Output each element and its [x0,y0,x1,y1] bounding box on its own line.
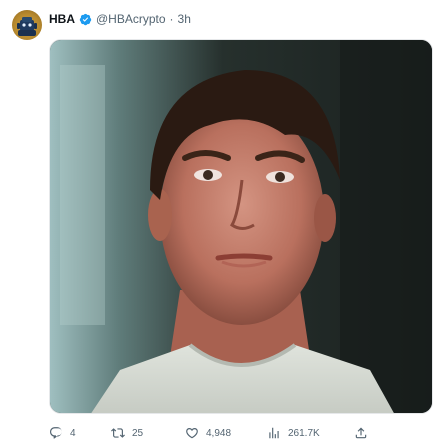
share-button[interactable] [354,426,368,440]
retweet-count: 25 [132,427,144,439]
robot-avatar-icon [17,17,37,36]
tweet[interactable]: HBA @HBAcrypto · 3h 4 25 4,948 261.7K [0,0,443,448]
separator-dot: · [169,12,174,26]
retweet-button[interactable]: 25 [111,426,143,440]
analytics-bar-icon [269,427,279,439]
tweet-header: HBA @HBAcrypto · 3h [49,10,191,28]
heart-icon [186,428,198,439]
like-count: 4,948 [206,427,232,439]
reply-button[interactable]: 4 [49,426,76,440]
tweet-media-image[interactable] [49,39,433,414]
retweet-icon [111,428,125,438]
tweet-time[interactable]: 3h [178,12,191,26]
tweet-actions: 4 25 4,948 261.7K [49,423,433,443]
reply-count: 4 [70,427,76,439]
like-button[interactable]: 4,948 [185,426,231,440]
share-upload-icon [355,427,367,439]
views-count: 261.7K [288,427,320,439]
views-button[interactable]: 261.7K [267,426,320,440]
display-name[interactable]: HBA [49,12,75,26]
reply-icon [50,427,62,439]
user-handle[interactable]: @HBAcrypto [96,12,166,26]
verified-badge-icon [79,13,92,25]
photo-media [50,40,432,413]
profile-avatar[interactable] [12,10,42,40]
